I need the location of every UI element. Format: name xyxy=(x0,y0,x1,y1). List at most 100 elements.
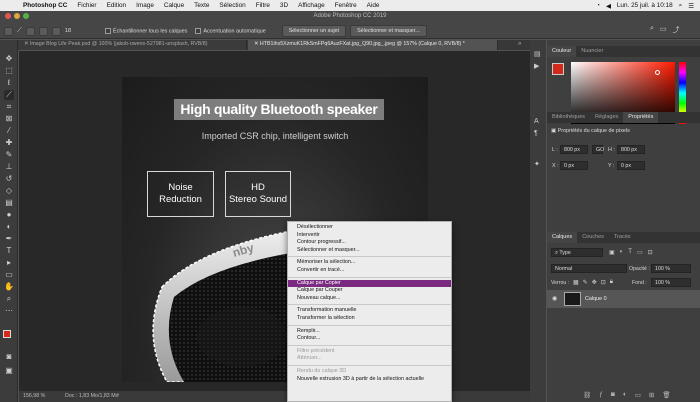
link-layers-icon[interactable]: ⛓ xyxy=(583,391,591,399)
tabs-overflow-icon[interactable]: » xyxy=(518,41,521,47)
tab-proprietes[interactable]: Propriétés xyxy=(623,112,659,123)
glyphs-panel-icon[interactable]: ✦ xyxy=(534,160,540,168)
filter-shape-icon[interactable]: ▭ xyxy=(637,249,643,256)
context-menu-item[interactable]: Calque par Couper xyxy=(288,287,451,295)
new-layer-icon[interactable]: ⊞ xyxy=(649,391,654,399)
context-menu-item[interactable]: Sélectionner et masquer... xyxy=(288,247,451,255)
new-selection-icon[interactable] xyxy=(25,26,35,36)
menu-edition[interactable]: Edition xyxy=(102,2,132,9)
crop-tool-icon[interactable]: ⌗ xyxy=(4,102,14,112)
context-menu-item[interactable]: Nouvelle extrusion 3D à partir de la sél… xyxy=(288,376,451,384)
search-icon[interactable]: ⌕ xyxy=(650,25,654,35)
eraser-tool-icon[interactable]: ◇ xyxy=(4,186,14,196)
tab-traces[interactable]: Tracés xyxy=(609,232,636,243)
layer-style-icon[interactable]: ƒ xyxy=(599,391,603,399)
dodge-tool-icon[interactable]: ◐ xyxy=(4,222,14,232)
stamp-tool-icon[interactable]: ⊥ xyxy=(4,162,14,172)
adjustment-layer-icon[interactable]: ◐ xyxy=(623,391,627,399)
tab-bibliotheques[interactable]: Bibliothèques xyxy=(547,112,590,123)
filter-type-icon[interactable]: T xyxy=(628,249,632,256)
minimize-window-button[interactable] xyxy=(14,13,20,19)
context-menu-item[interactable]: Remplir... xyxy=(288,328,451,336)
foreground-color-swatch[interactable] xyxy=(3,330,11,338)
tab-nuancier[interactable]: Nuancier xyxy=(576,46,608,57)
volume-icon[interactable]: ◀ xyxy=(606,2,611,10)
context-menu-item[interactable]: Contour progressif... xyxy=(288,239,451,247)
character-panel-icon[interactable]: A xyxy=(534,118,539,125)
menu-affichage[interactable]: Affichage xyxy=(293,2,330,9)
doc-size[interactable]: Doc : 1,83 Mo/1,83 Mo xyxy=(65,393,119,399)
tab-document-1[interactable]: ✕ Image Blog Life Peak.psd @ 100% (jakob… xyxy=(18,40,247,50)
blur-tool-icon[interactable]: ● xyxy=(4,210,14,220)
hand-tool-icon[interactable]: ✋ xyxy=(4,282,14,292)
context-menu-item[interactable]: Contour... xyxy=(288,335,451,343)
eyedropper-tool-icon[interactable]: ⁄ xyxy=(4,126,14,136)
frame-tool-icon[interactable]: ⊠ xyxy=(4,114,14,124)
link-dimensions-button[interactable]: GO xyxy=(592,145,604,154)
width-field[interactable]: 800 px xyxy=(560,145,588,154)
layer-visibility-eye-icon[interactable]: ◉ xyxy=(552,295,557,302)
menu-3d[interactable]: 3D xyxy=(275,2,293,9)
menu-texte[interactable]: Texte xyxy=(189,2,214,9)
shape-tool-icon[interactable]: ▭ xyxy=(4,270,14,280)
lock-all-icon[interactable]: 🔒︎ xyxy=(610,279,613,286)
healing-tool-icon[interactable]: ✚ xyxy=(4,138,14,148)
lock-paint-icon[interactable]: ✎ xyxy=(583,279,588,286)
filter-pixel-icon[interactable]: ▣ xyxy=(609,249,615,256)
lock-pixels-icon[interactable]: ▦ xyxy=(573,279,579,286)
marquee-tool-icon[interactable]: ⬚ xyxy=(4,66,14,76)
pen-tool-icon[interactable]: ✒ xyxy=(4,234,14,244)
quick-select-tool-icon[interactable]: ⟋ xyxy=(17,27,22,35)
type-tool-icon[interactable]: T xyxy=(4,246,14,256)
status-arrow-icon[interactable]: › xyxy=(117,392,119,398)
quick-selection-tool-icon[interactable]: ⟋ xyxy=(4,90,14,100)
home-icon[interactable] xyxy=(4,26,13,36)
close-window-button[interactable] xyxy=(5,13,11,19)
menu-app[interactable]: Photoshop CC xyxy=(18,2,72,9)
menu-calque[interactable]: Calque xyxy=(159,2,189,9)
context-menu-item[interactable]: Intervertir xyxy=(288,232,451,240)
menu-aide[interactable]: Aide xyxy=(362,2,385,9)
more-tools-icon[interactable]: ⋯ xyxy=(4,306,14,316)
menu-list-icon[interactable]: ☰ xyxy=(688,2,694,10)
blend-mode-select[interactable]: Normal xyxy=(551,264,627,273)
add-mask-icon[interactable]: ◙ xyxy=(611,391,615,399)
layer-filter-select[interactable]: ⌕ Type xyxy=(551,248,603,257)
context-menu-item[interactable]: Transformer la sélection xyxy=(288,315,451,323)
delete-layer-icon[interactable]: 🗑︎ xyxy=(662,391,670,399)
brush-tool-icon[interactable]: ✎ xyxy=(4,150,14,160)
gradient-tool-icon[interactable]: ▤ xyxy=(4,198,14,208)
lock-artboard-icon[interactable]: ⊡ xyxy=(601,279,606,286)
auto-enhance-checkbox[interactable]: Accentuation automatique xyxy=(195,27,266,34)
paragraph-panel-icon[interactable]: ¶ xyxy=(534,130,538,137)
brush-size[interactable]: 18 xyxy=(65,28,71,34)
menu-fichier[interactable]: Fichier xyxy=(72,2,101,9)
foreground-color-chip[interactable] xyxy=(552,63,564,75)
select-subject-button[interactable]: Sélectionner un sujet xyxy=(281,25,347,37)
context-menu-item[interactable]: Calque par Copier xyxy=(288,279,451,288)
menubar-clock[interactable]: Lun. 25 juil. à 10:18 xyxy=(617,2,673,9)
lock-position-icon[interactable]: ✥ xyxy=(592,279,597,286)
select-and-mask-button[interactable]: Sélectionner et masquer... xyxy=(350,25,427,37)
context-menu-item[interactable]: Convertir en tracé... xyxy=(288,267,451,275)
y-field[interactable]: 0 px xyxy=(617,161,645,170)
height-field[interactable]: 800 px xyxy=(617,145,645,154)
layer-row[interactable]: ◉ Calque 0 xyxy=(547,290,700,308)
tab-calques[interactable]: Calques xyxy=(547,232,578,243)
path-select-tool-icon[interactable]: ▸ xyxy=(4,258,14,268)
workspace-icon[interactable]: ▭ xyxy=(660,25,667,35)
tab-document-2[interactable]: ✕ HTB1ihx5XzmuK1RkSmFPq6AuzFXat.jpg_Q90.… xyxy=(248,40,498,50)
share-icon[interactable]: ⤴ xyxy=(673,25,680,35)
context-menu-item[interactable]: Transformation manuelle xyxy=(288,307,451,315)
opacity-field[interactable]: 100 % xyxy=(651,264,691,273)
search-icon[interactable]: ⌕ xyxy=(679,2,683,10)
color-picker-handle[interactable] xyxy=(655,70,660,75)
zoom-tool-icon[interactable]: ⌕ xyxy=(4,294,14,304)
history-brush-tool-icon[interactable]: ↺ xyxy=(4,174,14,184)
tab-reglages[interactable]: Réglages xyxy=(590,112,623,123)
fill-field[interactable]: 100 % xyxy=(651,278,691,287)
menu-filtre[interactable]: Filtre xyxy=(251,2,275,9)
filter-smart-icon[interactable]: ⊡ xyxy=(648,249,653,256)
menu-fenetre[interactable]: Fenêtre xyxy=(330,2,362,9)
add-selection-icon[interactable] xyxy=(38,26,48,36)
